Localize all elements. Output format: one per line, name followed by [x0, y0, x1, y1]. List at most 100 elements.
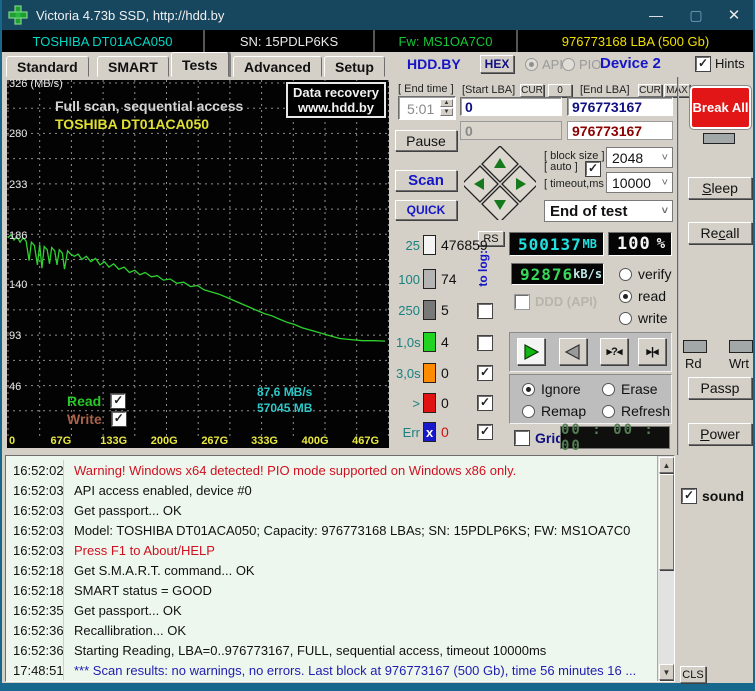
refresh-radio[interactable] — [602, 404, 615, 418]
block-size-value: 2048 — [612, 149, 644, 166]
timer-display: 00 : 00 : 00 — [560, 422, 670, 454]
badge-line1: Data recovery — [293, 85, 379, 100]
log-error-checkbox[interactable] — [477, 424, 493, 440]
y-tick-label: 326 (MB/s) — [9, 78, 63, 90]
jog-pad[interactable] — [464, 146, 536, 220]
play-button[interactable] — [517, 338, 545, 365]
histogram-row: 250 5 — [398, 300, 449, 320]
position-display: 500137 MB — [509, 232, 604, 256]
sound-checkbox[interactable] — [681, 488, 697, 504]
log-scrollbar[interactable]: ▲ ▼ — [657, 456, 674, 681]
maximize-button[interactable]: ▢ — [679, 0, 713, 30]
scroll-down-icon[interactable]: ▼ — [659, 664, 674, 680]
right-button-column: Break All Sleep Recall Rd Wrt Passp Powe… — [677, 77, 753, 455]
transport-strip: ▸?◂ ▸|◂ — [509, 332, 672, 372]
ignore-label: Ignore — [541, 381, 581, 397]
read-led — [683, 340, 707, 353]
start-lba-cur-button[interactable]: CUR — [520, 84, 544, 97]
test-controls: [ End time ] 5:01 ▲ ▼ [Start LBA] CUR 0 [… — [392, 80, 690, 226]
spin-up-icon[interactable]: ▲ — [440, 99, 453, 107]
tab-setup[interactable]: Setup — [324, 56, 385, 77]
drive-serial: SN: 15PDLP6KS — [205, 30, 375, 52]
rd-label: Rd — [685, 356, 702, 371]
scrollbar-thumb[interactable] — [659, 474, 674, 570]
passport-button[interactable]: Passp — [688, 377, 752, 399]
block-size-select[interactable]: 2048 ˅ — [606, 147, 673, 168]
end-of-test-select[interactable]: End of test ˅ — [544, 200, 673, 222]
erase-radio[interactable] — [602, 382, 615, 396]
log-250ms-checkbox[interactable] — [477, 303, 493, 319]
histogram-row: 3,0s 0 — [396, 363, 449, 383]
break-all-button[interactable]: Break All — [689, 85, 752, 130]
drive-info-bar: TOSHIBA DT01ACA050 SN: 15PDLP6KS Fw: MS1… — [2, 30, 753, 52]
tab-advanced[interactable]: Advanced — [233, 56, 322, 77]
close-button[interactable]: ✕ — [717, 0, 751, 30]
tab-smart[interactable]: SMART — [97, 56, 169, 77]
scan-button[interactable]: Scan — [395, 170, 457, 191]
pio-radio — [562, 58, 575, 71]
device-label[interactable]: Device 2 — [600, 55, 661, 72]
x-tick-label: 467G — [352, 435, 380, 447]
x-tick-label: 67G — [50, 435, 72, 447]
remap-radio[interactable] — [522, 404, 535, 418]
log-1s-checkbox[interactable] — [477, 335, 493, 351]
grid-checkbox[interactable] — [514, 430, 530, 446]
end-time-label: [ End time ] — [398, 83, 454, 95]
status-panel: 500137 MB 100% 92876 kB/s verify read writ… — [507, 228, 674, 454]
play-icon — [524, 343, 540, 360]
log-entry: 16:52:03 Model: TOSHIBA DT01ACA050; Capac… — [6, 520, 674, 540]
quick-button[interactable]: QUICK — [395, 200, 457, 220]
site-link[interactable]: HDD.BY — [407, 56, 461, 72]
timeout-value: 10000 — [612, 174, 651, 191]
hints-checkbox[interactable] — [695, 55, 711, 72]
end-lba-input[interactable]: 976773167 — [567, 97, 673, 116]
log-timeout-checkbox[interactable] — [477, 395, 493, 411]
start-lba-zero-button[interactable]: 0 — [548, 84, 572, 97]
cls-button[interactable]: CLS — [680, 666, 706, 683]
go-to-end-button[interactable]: ▸|◂ — [638, 338, 666, 365]
skip-defect-button[interactable]: ▸?◂ — [600, 338, 628, 365]
end-lba-label: [End LBA] — [580, 84, 630, 96]
tab-standard[interactable]: Standard — [6, 56, 89, 77]
histogram-row: 100 74 — [398, 269, 457, 289]
log-3s-checkbox[interactable] — [477, 365, 493, 381]
y-tick-label: 280 — [9, 127, 28, 140]
timeout-label: [ timeout,ms ] — [544, 178, 611, 190]
power-button[interactable]: Power — [688, 423, 752, 445]
drive-model: TOSHIBA DT01ACA050 — [2, 30, 205, 52]
log-area[interactable]: 16:52:02 Warning! Windows x64 detected! P… — [5, 455, 675, 682]
pause-button[interactable]: Pause — [395, 130, 457, 151]
timeout-select[interactable]: 10000 ˅ — [606, 172, 673, 193]
ddd-api-label: DDD (API) — [535, 294, 598, 309]
refresh-label: Refresh — [621, 403, 671, 419]
read-radio[interactable] — [619, 289, 632, 303]
write-checkbox[interactable] — [110, 411, 127, 427]
current-position: 57045 MB — [257, 401, 313, 415]
sleep-button[interactable]: Sleep — [688, 177, 752, 199]
verify-radio[interactable] — [619, 267, 632, 281]
histogram-row: 1,0s 4 — [396, 332, 449, 352]
ignore-radio[interactable] — [522, 382, 535, 396]
graph-title: Full scan, sequential access — [55, 98, 244, 114]
hex-button[interactable]: HEX — [480, 55, 514, 73]
minimize-button[interactable]: — — [639, 0, 673, 30]
read-speed-line — [7, 233, 386, 342]
write-radio[interactable] — [619, 311, 632, 325]
recall-button[interactable]: Recall — [688, 222, 752, 244]
reverse-button[interactable] — [559, 338, 587, 365]
chevron-down-icon: ˅ — [661, 151, 668, 164]
wrt-label: Wrt — [729, 356, 749, 371]
end-time-spinner[interactable]: 5:01 ▲ ▼ — [398, 96, 456, 120]
auto-checkbox[interactable] — [585, 161, 601, 177]
scroll-up-icon[interactable]: ▲ — [659, 457, 674, 473]
chevron-down-icon: ˅ — [661, 205, 668, 217]
spin-down-icon[interactable]: ▼ — [440, 108, 453, 116]
tab-tests[interactable]: Tests — [171, 52, 229, 77]
graph-model-label: TOSHIBA DT01ACA050 — [55, 116, 210, 132]
swatch-100ms — [423, 269, 436, 289]
y-tick-label: 93 — [9, 330, 22, 343]
start-lba-input[interactable]: 0 — [460, 97, 562, 116]
ddd-api-checkbox — [514, 293, 530, 310]
end-lba-cur-button[interactable]: CUR — [638, 84, 662, 97]
read-checkbox[interactable] — [110, 393, 127, 409]
